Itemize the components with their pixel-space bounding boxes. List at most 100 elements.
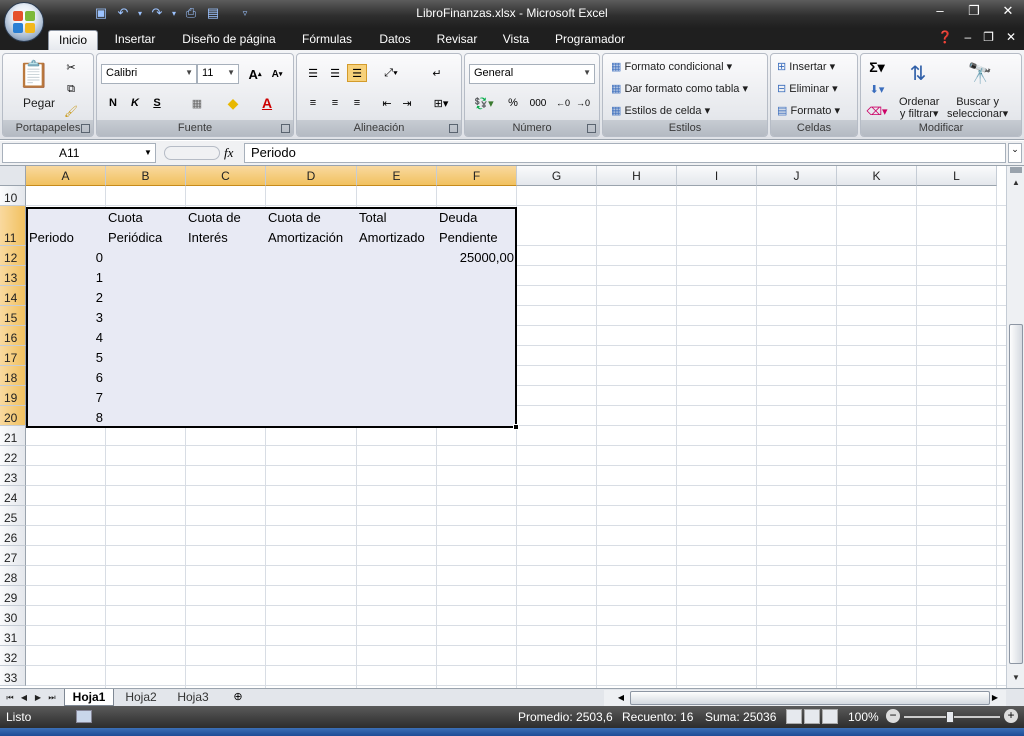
format-cells-button[interactable]: ▤ Formato ▾ bbox=[777, 104, 840, 117]
merge-center-icon[interactable]: ⊞▾ bbox=[427, 94, 455, 112]
row-header-33[interactable]: 33 bbox=[0, 666, 26, 686]
row-header-16[interactable]: 16 bbox=[0, 326, 26, 346]
cell-c11-line2[interactable]: Interés bbox=[188, 230, 228, 245]
scroll-thumb[interactable] bbox=[1009, 324, 1023, 664]
font-size-combo[interactable]: 11 ▼ bbox=[197, 64, 239, 84]
cell-d11-line2[interactable]: Amortización bbox=[268, 230, 343, 245]
find-select-button[interactable]: Buscar y seleccionar▾ bbox=[947, 96, 1008, 120]
zoom-in-icon[interactable]: + bbox=[1004, 709, 1018, 723]
align-left-icon[interactable]: ≡ bbox=[303, 94, 323, 112]
cell-a18[interactable]: 6 bbox=[28, 370, 103, 385]
wrap-text-icon[interactable]: ↵ bbox=[427, 64, 447, 82]
format-as-table-button[interactable]: ▦ Dar formato como tabla ▾ bbox=[611, 82, 748, 95]
sheet-tab-hoja3[interactable]: Hoja3 bbox=[170, 689, 216, 706]
delete-cells-button[interactable]: ⊟ Eliminar ▾ bbox=[777, 82, 838, 95]
grow-font-icon[interactable]: A ▴ bbox=[245, 65, 265, 83]
sort-filter-button[interactable]: Ordenar y filtrar▾ bbox=[899, 96, 939, 120]
binoculars-icon[interactable]: 🔭 bbox=[963, 58, 997, 88]
select-all-button[interactable] bbox=[0, 166, 26, 186]
column-header-a[interactable]: A bbox=[26, 166, 106, 186]
row-header-15[interactable]: 15 bbox=[0, 306, 26, 326]
row-header-32[interactable]: 32 bbox=[0, 646, 26, 666]
column-header-g[interactable]: G bbox=[517, 166, 597, 186]
scroll-up-icon[interactable]: ▲ bbox=[1008, 175, 1024, 191]
shrink-font-icon[interactable]: A ▾ bbox=[267, 65, 287, 83]
row-header-25[interactable]: 25 bbox=[0, 506, 26, 526]
sheet-tab-hoja2[interactable]: Hoja2 bbox=[118, 689, 164, 706]
formula-divider-handle[interactable] bbox=[164, 146, 220, 160]
row-header-31[interactable]: 31 bbox=[0, 626, 26, 646]
dialog-launcher-icon[interactable] bbox=[281, 124, 290, 133]
column-header-k[interactable]: K bbox=[837, 166, 917, 186]
fill-handle[interactable] bbox=[513, 424, 519, 430]
currency-icon[interactable]: 💱▾ bbox=[471, 94, 497, 112]
cell-styles-button[interactable]: ▦ Estilos de celda ▾ bbox=[611, 104, 710, 117]
row-header-27[interactable]: 27 bbox=[0, 546, 26, 566]
insert-function-button[interactable]: fx bbox=[224, 145, 233, 161]
split-handle[interactable] bbox=[1010, 167, 1022, 173]
bold-button[interactable]: N bbox=[103, 94, 123, 112]
tab-diseno-pagina[interactable]: Diseño de página bbox=[176, 30, 282, 50]
row-header-10[interactable]: 10 bbox=[0, 186, 26, 206]
copy-icon[interactable]: ⧉ bbox=[61, 80, 81, 98]
sheet-tab-hoja1[interactable]: Hoja1 bbox=[64, 689, 114, 706]
align-middle-icon[interactable]: ☰ bbox=[325, 64, 345, 82]
clear-icon[interactable]: ⌫▾ bbox=[866, 102, 887, 120]
autosum-icon[interactable]: Σ▾ bbox=[867, 58, 887, 76]
tab-insertar[interactable]: Insertar bbox=[106, 30, 164, 50]
first-sheet-icon[interactable]: ⏮ bbox=[4, 690, 16, 705]
status-average[interactable]: Promedio: 2503,6 bbox=[518, 710, 613, 724]
expand-formula-bar-icon[interactable]: ⌄ bbox=[1008, 143, 1022, 163]
orientation-icon[interactable]: ⤢▾ bbox=[377, 64, 405, 82]
row-header-20[interactable]: 20 bbox=[0, 406, 26, 426]
workbook-close-icon[interactable]: ✕ bbox=[1006, 30, 1016, 44]
increase-indent-icon[interactable]: ⇥ bbox=[397, 94, 417, 112]
dialog-launcher-icon[interactable] bbox=[81, 124, 90, 133]
thousands-button[interactable]: 000 bbox=[525, 94, 551, 112]
zoom-out-icon[interactable]: − bbox=[886, 709, 900, 723]
italic-button[interactable]: K bbox=[125, 94, 145, 112]
dialog-launcher-icon[interactable] bbox=[587, 124, 596, 133]
column-header-f[interactable]: F bbox=[437, 166, 517, 186]
align-bottom-icon[interactable]: ☰ bbox=[347, 64, 367, 82]
cell-a14[interactable]: 2 bbox=[28, 290, 103, 305]
decrease-decimal-icon[interactable]: →0 bbox=[573, 94, 593, 112]
column-header-l[interactable]: L bbox=[917, 166, 997, 186]
row-header-26[interactable]: 26 bbox=[0, 526, 26, 546]
cell-a15[interactable]: 3 bbox=[28, 310, 103, 325]
row-header-24[interactable]: 24 bbox=[0, 486, 26, 506]
borders-icon[interactable]: ▦ bbox=[187, 94, 207, 112]
scroll-thumb[interactable] bbox=[630, 691, 990, 705]
row-header-13[interactable]: 13 bbox=[0, 266, 26, 286]
cell-a20[interactable]: 8 bbox=[28, 410, 103, 425]
cell-a19[interactable]: 7 bbox=[28, 390, 103, 405]
row-header-23[interactable]: 23 bbox=[0, 466, 26, 486]
column-header-d[interactable]: D bbox=[266, 166, 357, 186]
cell-a12[interactable]: 0 bbox=[28, 250, 103, 265]
row-header-19[interactable]: 19 bbox=[0, 386, 26, 406]
row-header-14[interactable]: 14 bbox=[0, 286, 26, 306]
align-center-icon[interactable]: ≡ bbox=[325, 94, 345, 112]
minimize-button[interactable]: – bbox=[930, 3, 950, 21]
row-header-29[interactable]: 29 bbox=[0, 586, 26, 606]
tab-formulas[interactable]: Fórmulas bbox=[296, 30, 358, 50]
column-header-i[interactable]: I bbox=[677, 166, 757, 186]
next-sheet-icon[interactable]: ▶ bbox=[32, 690, 44, 705]
column-header-e[interactable]: E bbox=[357, 166, 437, 186]
cell-d11-line1[interactable]: Cuota de bbox=[268, 210, 321, 225]
row-header-17[interactable]: 17 bbox=[0, 346, 26, 366]
tab-datos[interactable]: Datos bbox=[372, 30, 418, 50]
cut-icon[interactable]: ✂ bbox=[61, 58, 81, 76]
cell-a11[interactable]: Periodo bbox=[29, 230, 74, 245]
sort-filter-icon[interactable]: ⇅ bbox=[901, 58, 935, 88]
cell-f12[interactable]: 25000,00 bbox=[437, 250, 514, 265]
horizontal-scrollbar[interactable]: ◀ ▶ bbox=[604, 690, 1006, 706]
column-header-b[interactable]: B bbox=[106, 166, 186, 186]
decrease-indent-icon[interactable]: ⇤ bbox=[377, 94, 397, 112]
paste-icon[interactable]: 📋 bbox=[18, 58, 50, 90]
row-header-18[interactable]: 18 bbox=[0, 366, 26, 386]
name-box[interactable]: A11 bbox=[2, 143, 156, 163]
macro-record-icon[interactable] bbox=[76, 710, 92, 723]
insert-sheet-icon[interactable]: ⊕ bbox=[230, 690, 246, 705]
worksheet-grid[interactable]: ABCDEFGHIJKL 10 11 12 13 14 15 16 17 18 19 20 21 22 2… bbox=[0, 166, 1006, 688]
